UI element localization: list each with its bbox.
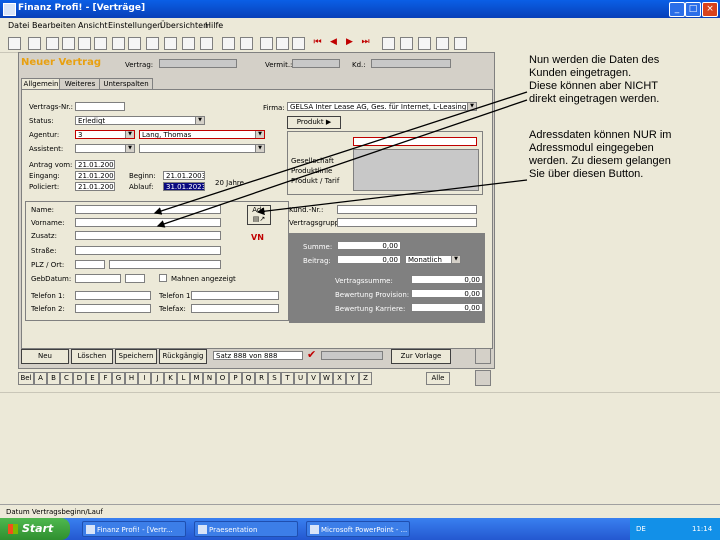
arrow-to-address-button: [256, 179, 528, 216]
annotation-arrows: [153, 91, 528, 228]
arrow-to-name: [153, 91, 528, 215]
arrow-to-vorname: [156, 99, 528, 228]
